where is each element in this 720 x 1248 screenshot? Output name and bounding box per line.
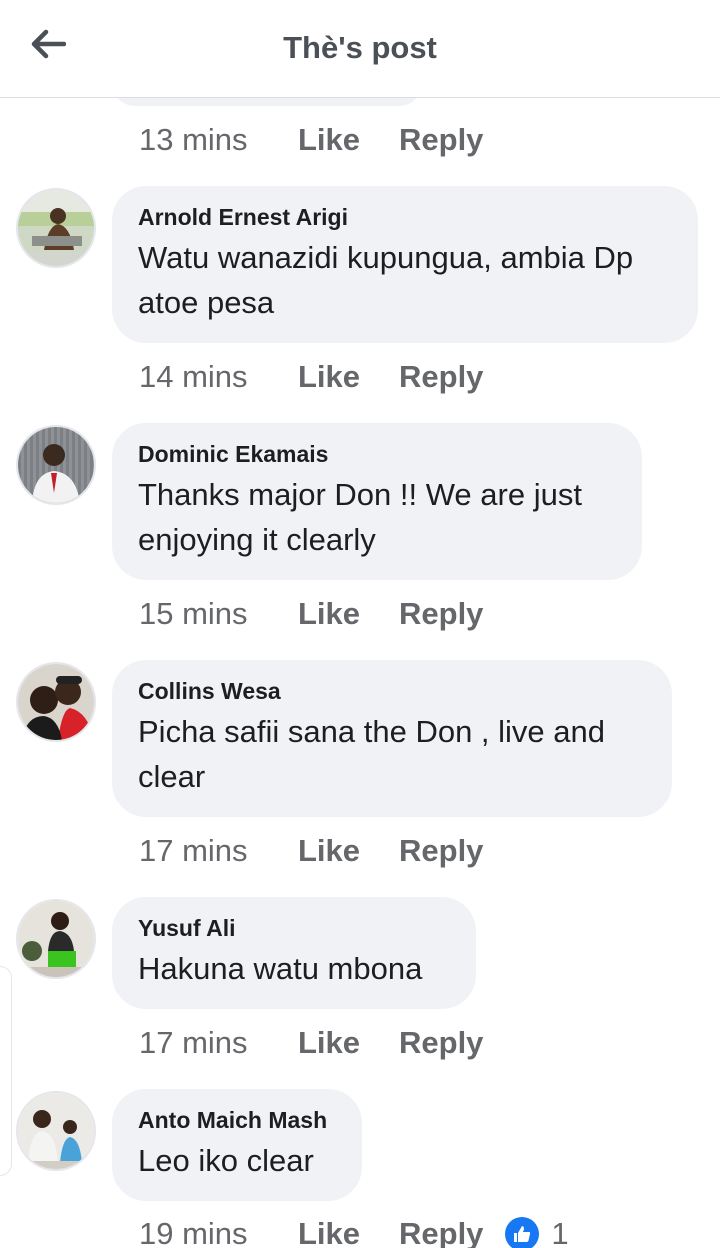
- reply-button[interactable]: Reply: [399, 1025, 483, 1061]
- like-button[interactable]: Like: [298, 122, 399, 158]
- comment-actions: 17 mins Like Reply: [139, 1023, 483, 1063]
- comment-text: Thanks major Don !! We are just enjoying…: [138, 477, 582, 557]
- like-button[interactable]: Like: [298, 833, 399, 869]
- comment-timestamp: 14 mins: [139, 359, 248, 394]
- comment-actions: 19 mins Like Reply 1: [139, 1214, 569, 1248]
- reaction-summary[interactable]: 1: [505, 1216, 569, 1248]
- avatar[interactable]: [16, 188, 96, 268]
- side-panel-edge: [0, 966, 12, 1176]
- reply-button[interactable]: Reply: [399, 122, 483, 158]
- comment-author[interactable]: Dominic Ekamais: [138, 441, 616, 468]
- like-button[interactable]: Like: [298, 1025, 399, 1061]
- comment-bubble[interactable]: Collins Wesa Picha safii sana the Don , …: [112, 660, 672, 817]
- comment-actions: 15 mins Like Reply: [139, 594, 483, 634]
- comment-author[interactable]: Anto Maich Mash: [138, 1107, 336, 1134]
- comment-actions: 17 mins Like Reply: [139, 831, 483, 871]
- like-button[interactable]: Like: [298, 359, 399, 395]
- reply-button[interactable]: Reply: [399, 1216, 483, 1248]
- post-comments-screen: Thè's post 13 mins Like Reply Arnold Ern…: [0, 0, 720, 1248]
- reply-button[interactable]: Reply: [399, 359, 483, 395]
- comment-actions: 13 mins Like Reply: [139, 120, 483, 160]
- avatar[interactable]: [16, 1091, 96, 1171]
- comment-author[interactable]: Collins Wesa: [138, 678, 646, 705]
- reply-button[interactable]: Reply: [399, 596, 483, 632]
- page-title: Thè's post: [283, 30, 437, 65]
- avatar[interactable]: [16, 425, 96, 505]
- comment-timestamp: 19 mins: [139, 1216, 248, 1248]
- comment-timestamp: 15 mins: [139, 596, 248, 631]
- like-icon: [505, 1217, 540, 1248]
- comment-text: Watu wanazidi kupungua, ambia Dp atoe pe…: [138, 240, 634, 320]
- reply-button[interactable]: Reply: [399, 833, 483, 869]
- comment-author[interactable]: Arnold Ernest Arigi: [138, 204, 672, 231]
- avatar[interactable]: [16, 662, 96, 742]
- comment-timestamp: 17 mins: [139, 1025, 248, 1060]
- comment-author[interactable]: Yusuf Ali: [138, 915, 450, 942]
- avatar[interactable]: [16, 899, 96, 979]
- like-button[interactable]: Like: [298, 596, 399, 632]
- comment-bubble[interactable]: Dominic Ekamais Thanks major Don !! We a…: [112, 423, 642, 580]
- comment-bubble[interactable]: Anto Maich Mash Leo iko clear: [112, 1089, 362, 1201]
- comment-text: Hakuna watu mbona: [138, 951, 423, 986]
- top-bar: Thè's post: [0, 0, 720, 98]
- comment-timestamp: 17 mins: [139, 833, 248, 868]
- comment-bubble[interactable]: Yusuf Ali Hakuna watu mbona: [112, 897, 476, 1009]
- comment-text: Picha safii sana the Don , live and clea…: [138, 714, 605, 794]
- comment-bubble[interactable]: Arnold Ernest Arigi Watu wanazidi kupung…: [112, 186, 698, 343]
- comment-actions: 14 mins Like Reply: [139, 357, 483, 397]
- like-button[interactable]: Like: [298, 1216, 399, 1248]
- reaction-count: 1: [551, 1216, 569, 1248]
- comment-timestamp: 13 mins: [139, 122, 248, 157]
- comment-text: Leo iko clear: [138, 1143, 314, 1178]
